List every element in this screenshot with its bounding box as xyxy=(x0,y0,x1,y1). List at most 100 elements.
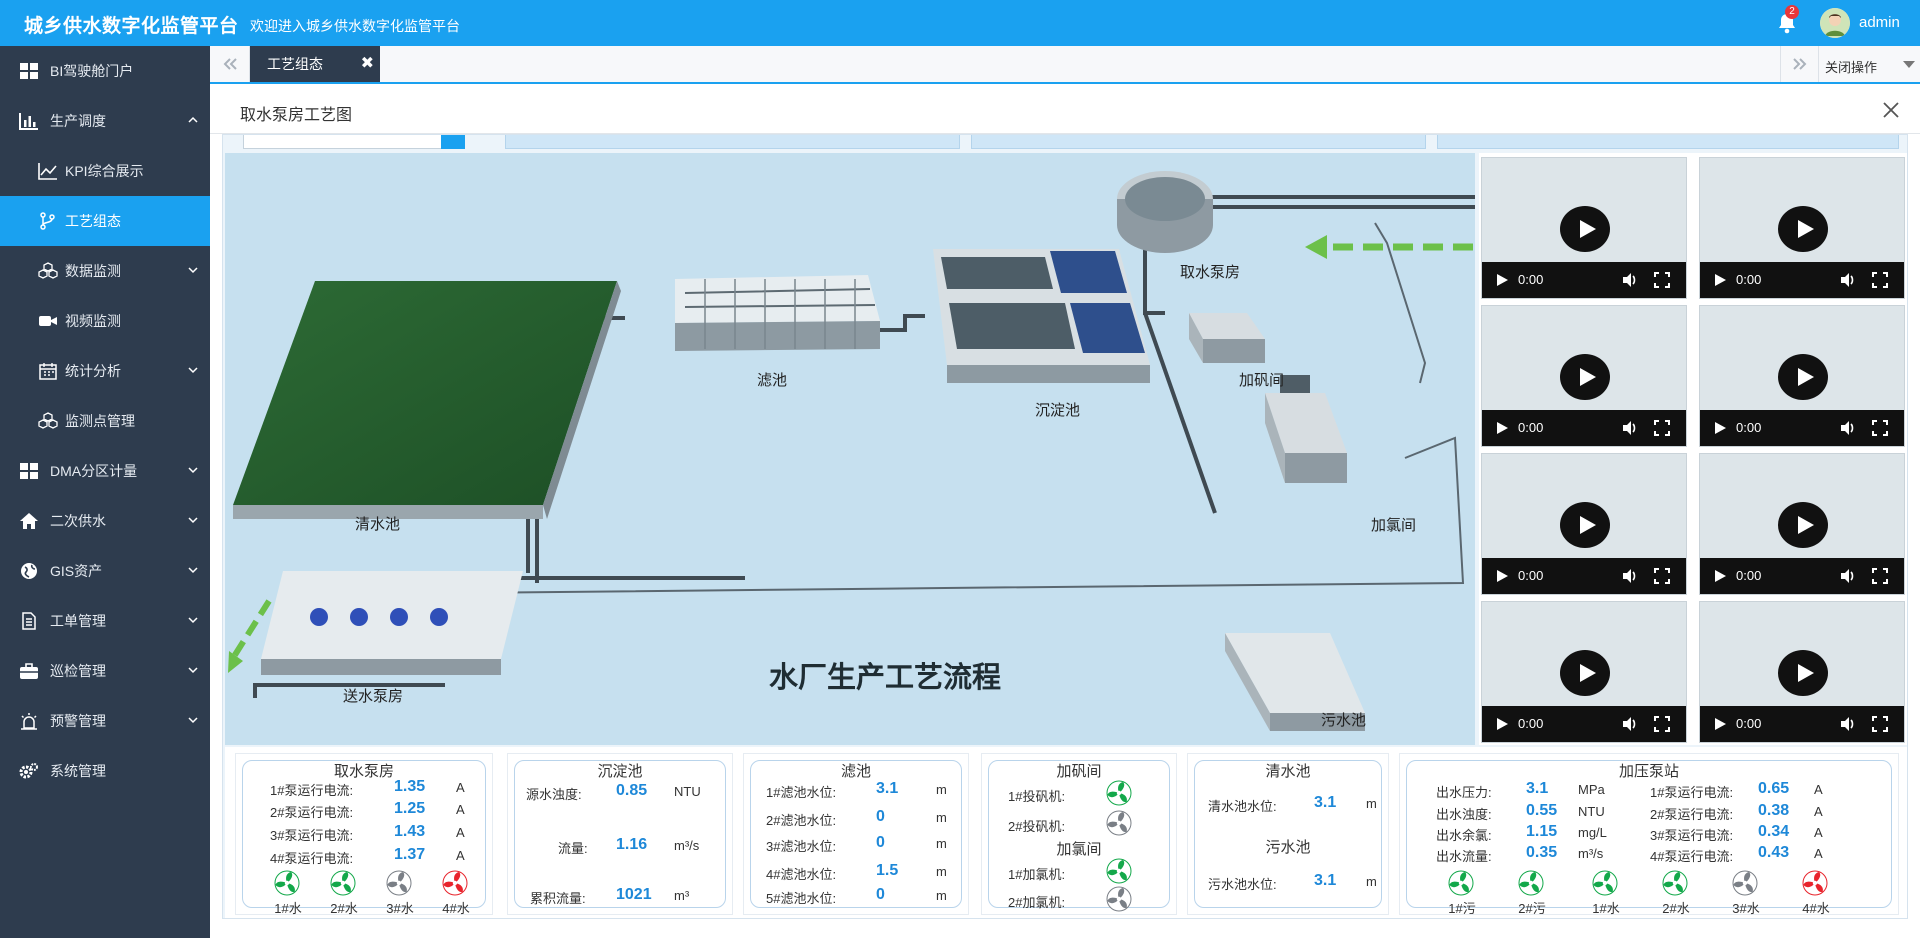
pump-label: 2#水泵 xyxy=(330,901,358,916)
close-icon[interactable] xyxy=(1882,101,1900,119)
fullscreen-icon[interactable] xyxy=(1872,568,1888,584)
row-unit: m xyxy=(936,888,947,903)
row-label: 4#泵运行电流: xyxy=(1650,849,1734,864)
fullscreen-icon[interactable] xyxy=(1872,420,1888,436)
username[interactable]: admin xyxy=(1859,14,1900,31)
row-value: 3.1 xyxy=(1526,780,1549,797)
sidebar-item-stats[interactable]: 统计分析 xyxy=(0,346,210,396)
volume-icon[interactable] xyxy=(1622,716,1638,732)
sidebar-item-video[interactable]: 视频监测 xyxy=(0,296,210,346)
diagram-selector-2[interactable] xyxy=(971,135,1426,149)
video-player[interactable]: 0:00 xyxy=(1481,157,1687,299)
pump-status: 2#水泵 xyxy=(1662,870,1690,916)
diagram-selector-3[interactable] xyxy=(1437,135,1899,149)
volume-icon[interactable] xyxy=(1622,420,1638,436)
avatar[interactable] xyxy=(1820,8,1850,38)
volume-icon[interactable] xyxy=(1840,568,1856,584)
play-icon[interactable] xyxy=(1497,718,1508,730)
fullscreen-icon[interactable] xyxy=(1654,716,1670,732)
video-player[interactable]: 0:00 xyxy=(1481,305,1687,447)
fullscreen-icon[interactable] xyxy=(1654,272,1670,288)
sidebar-item-secondary[interactable]: 二次供水 xyxy=(0,496,210,546)
sidebar-item-production[interactable]: 生产调度 xyxy=(0,96,210,146)
tab-scroll-right[interactable] xyxy=(1781,46,1819,82)
sidebar-item-process[interactable]: 工艺组态 xyxy=(0,196,210,246)
row-label: 3#泵运行电流: xyxy=(1650,828,1734,843)
dashboard-icon xyxy=(20,463,38,479)
video-time: 0:00 xyxy=(1736,420,1762,435)
sidebar-item-bi[interactable]: BI驾驶舱门户 xyxy=(0,46,210,96)
sidebar-item-label: 生产调度 xyxy=(50,113,106,129)
play-button-icon[interactable] xyxy=(1560,206,1610,252)
volume-icon[interactable] xyxy=(1840,272,1856,288)
globe-icon xyxy=(21,563,37,579)
play-icon[interactable] xyxy=(1715,422,1726,434)
sidebar-item-workorder[interactable]: 工单管理 xyxy=(0,596,210,646)
row-unit: m³/s xyxy=(674,838,700,853)
video-player[interactable]: 0:00 xyxy=(1481,453,1687,595)
sidebar-item-alert[interactable]: 预警管理 xyxy=(0,696,210,746)
alarm-icon xyxy=(21,713,37,730)
data-row: 4#泵运行电流: 1.37 A xyxy=(270,846,465,867)
play-icon[interactable] xyxy=(1497,422,1508,434)
close-operations-dropdown[interactable]: 关闭操作 xyxy=(1825,57,1877,76)
chevron-down-icon xyxy=(188,267,198,274)
volume-icon[interactable] xyxy=(1840,716,1856,732)
row-label: 1#泵运行电流: xyxy=(270,783,354,798)
play-icon[interactable] xyxy=(1715,274,1726,286)
play-button-icon[interactable] xyxy=(1560,354,1610,400)
status-fan-icon xyxy=(1106,810,1132,836)
sidebar-item-points[interactable]: 监测点管理 xyxy=(0,396,210,446)
play-icon[interactable] xyxy=(1715,718,1726,730)
volume-icon[interactable] xyxy=(1622,568,1638,584)
play-button-icon[interactable] xyxy=(1778,650,1828,696)
volume-icon[interactable] xyxy=(1840,420,1856,436)
diagram-selector-1[interactable] xyxy=(505,135,960,149)
tab-process[interactable]: 工艺组态 ✖ xyxy=(250,46,380,82)
video-player[interactable]: 0:00 xyxy=(1699,453,1905,595)
play-icon[interactable] xyxy=(1715,570,1726,582)
sidebar-item-system[interactable]: 系统管理 xyxy=(0,746,210,796)
fullscreen-icon[interactable] xyxy=(1654,420,1670,436)
video-player[interactable]: 0:00 xyxy=(1481,601,1687,743)
row-label: 2#投矾机: xyxy=(1008,819,1066,834)
play-button-icon[interactable] xyxy=(1560,650,1610,696)
play-button-icon[interactable] xyxy=(1560,502,1610,548)
search-input[interactable] xyxy=(243,135,443,149)
video-player[interactable]: 0:00 xyxy=(1699,601,1905,743)
video-player[interactable]: 0:00 xyxy=(1699,157,1905,299)
video-player[interactable]: 0:00 xyxy=(1699,305,1905,447)
row-unit: m xyxy=(1366,796,1377,811)
fullscreen-icon[interactable] xyxy=(1654,568,1670,584)
play-icon[interactable] xyxy=(1497,570,1508,582)
panel-subtitle: 加氯间 xyxy=(1056,841,1102,858)
sidebar-item-label: GIS资产 xyxy=(50,563,103,579)
close-tab-icon[interactable]: ✖ xyxy=(361,46,374,82)
sidebar-item-gis[interactable]: GIS资产 xyxy=(0,546,210,596)
status-fan-icon xyxy=(1106,780,1132,806)
sidebar-item-label: BI驾驶舱门户 xyxy=(50,63,134,79)
sidebar-item-inspection[interactable]: 巡检管理 xyxy=(0,646,210,696)
row-label: 2#加氯机: xyxy=(1008,895,1066,910)
intake-pump-house xyxy=(1117,171,1213,253)
sidebar-item-dma[interactable]: DMA分区计量 xyxy=(0,446,210,496)
play-icon[interactable] xyxy=(1497,274,1508,286)
play-button-icon[interactable] xyxy=(1778,502,1828,548)
fullscreen-icon[interactable] xyxy=(1872,716,1888,732)
tab-scroll-left[interactable] xyxy=(210,46,250,82)
alum-row: 1#投矾机: xyxy=(1008,786,1065,805)
row-value: 1.16 xyxy=(616,836,648,853)
sidebar-item-monitoring[interactable]: 数据监测 xyxy=(0,246,210,296)
play-button-icon[interactable] xyxy=(1778,354,1828,400)
row-unit: A xyxy=(1814,782,1823,797)
fullscreen-icon[interactable] xyxy=(1872,272,1888,288)
chevron-down-icon xyxy=(188,617,198,624)
play-button-icon[interactable] xyxy=(1778,206,1828,252)
panel-dosing: 加矾间 1#投矾机: 2#投矾机: 加氯间 1#加氯机: 2#加氯机: xyxy=(981,753,1177,915)
row-value: 1.35 xyxy=(394,778,426,795)
sidebar-item-kpi[interactable]: KPI综合展示 xyxy=(0,146,210,196)
data-row: 1#泵运行电流: 1.35 A xyxy=(270,778,465,799)
volume-icon[interactable] xyxy=(1622,272,1638,288)
search-button[interactable] xyxy=(441,135,465,149)
video-controls: 0:00 xyxy=(1700,558,1904,594)
